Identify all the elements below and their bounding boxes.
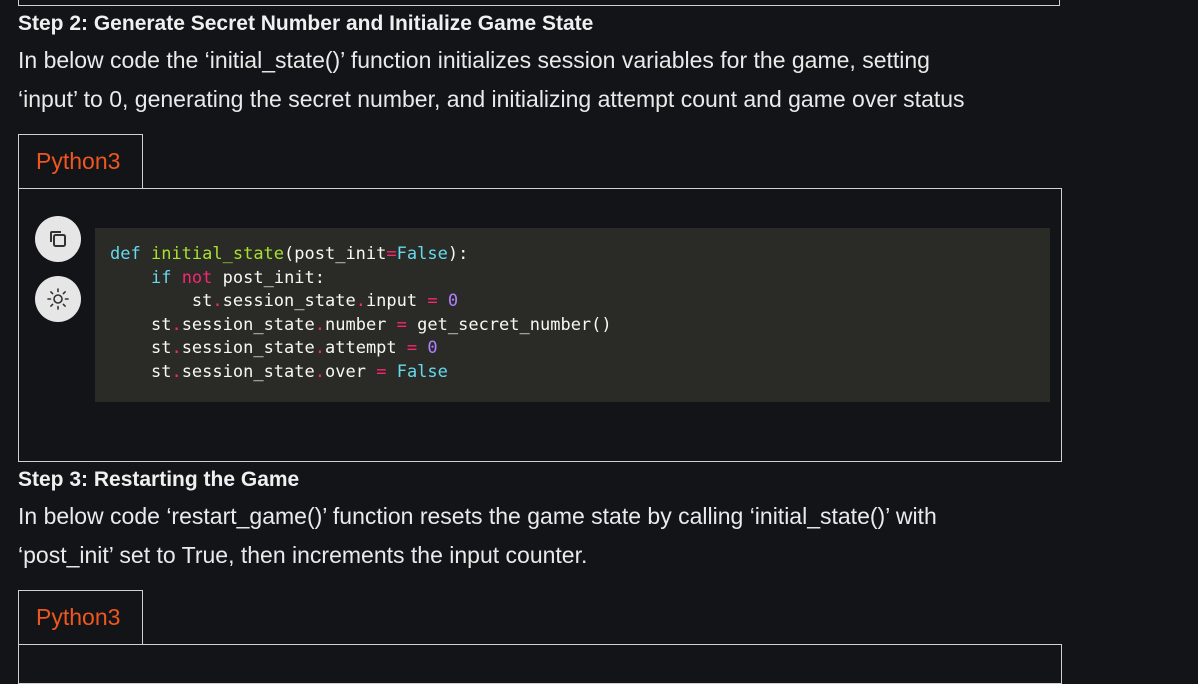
step3-description: In below code ‘restart_game()’ function … — [18, 497, 1118, 575]
code-line-2: if not post_init: — [150, 267, 326, 288]
step2-description-line2: ‘input’ to 0, generating the secret numb… — [18, 86, 965, 112]
previous-code-box — [18, 0, 1060, 6]
code-container-step3 — [18, 644, 1062, 684]
code-line-3: st.session_state.input = 0 — [191, 291, 459, 312]
step2-description-line1: In below code the ‘initial_state()’ func… — [18, 47, 930, 73]
code-block: def initial_state(post_init=False): if n… — [95, 228, 1050, 402]
language-tab-python3[interactable]: Python3 — [18, 134, 143, 188]
language-tab-label: Python3 — [36, 148, 121, 174]
copy-icon — [50, 231, 66, 247]
theme-toggle-button[interactable] — [35, 276, 81, 322]
step2-description: In below code the ‘initial_state()’ func… — [18, 41, 1118, 119]
step2-title: Step 2: Generate Secret Number and Initi… — [18, 12, 594, 35]
step3-description-line1: In below code ‘restart_game()’ function … — [18, 503, 937, 529]
code-line-5: st.session_state.attempt = 0 — [150, 338, 438, 359]
sun-icon — [47, 288, 69, 310]
language-tab-label: Python3 — [36, 604, 121, 630]
step3-title: Step 3: Restarting the Game — [18, 468, 300, 491]
copy-button[interactable] — [35, 216, 81, 262]
language-tab-python3-step3[interactable]: Python3 — [18, 590, 143, 644]
code-line-6: st.session_state.over = False — [150, 361, 448, 382]
step3-description-line2: ‘post_init’ set to True, then increments… — [18, 542, 588, 568]
code-line-4: st.session_state.number = get_secret_num… — [150, 314, 612, 335]
code-line-1: def initial_state(post_init=False): — [110, 244, 469, 264]
